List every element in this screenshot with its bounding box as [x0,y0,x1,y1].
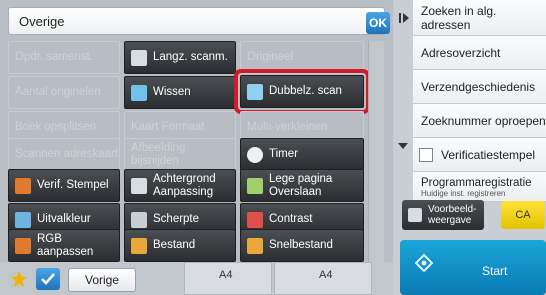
quick-file-button[interactable]: Snelbestand [240,229,364,262]
image-crop-button: Afbeelding bijsnijden [124,138,236,171]
quick-folder-icon [247,237,263,254]
paper-b-tray: A4 [274,262,372,295]
long-scan-button[interactable]: Langz. scanm. [124,41,236,74]
background-icon [131,177,147,194]
previous-button[interactable]: Vorige [68,268,136,292]
preview-button[interactable]: Voorbeeld-weergave [402,200,484,230]
blank-page-icon [247,177,263,194]
collapse-arrow-icon[interactable] [398,10,410,26]
program-register-subtitle: Huidige inst. registreren [421,189,506,198]
document-icon [131,49,147,66]
folder-icon [131,237,147,254]
address-overview-button[interactable]: Adresoverzicht [413,36,546,70]
scrollbar[interactable] [368,41,384,262]
program-register-button[interactable]: Programmaregistratie Huidige inst. regis… [413,172,546,202]
paper-size-b: A4 [319,269,333,281]
duplex-scan-button[interactable]: Dubbelz. scan [240,75,364,108]
ok-button[interactable]: OK [366,12,390,34]
chevron-down-icon[interactable] [396,140,410,152]
job-build-button: Opdr. samenst. [8,41,120,74]
clear-all-button[interactable]: CA [501,201,545,229]
program-register-title: Programmaregistratie [421,177,532,189]
contrast-icon [247,211,263,228]
star-icon[interactable] [10,270,28,288]
erase-button[interactable]: Wissen [124,76,236,109]
search-global-address-button[interactable]: Zoeken in alg. adressen [413,0,546,36]
preview-icon [408,208,422,222]
search-number-button[interactable]: Zoeknummer oproepen [413,104,546,138]
sharpness-icon [131,211,147,228]
stamp-icon [15,177,31,194]
checkbox-icon[interactable] [419,147,433,162]
background-adjust-button[interactable]: Achtergrond Aanpassing [124,169,236,202]
rgb-icon [15,237,31,254]
start-icon [414,253,434,273]
preview-label: Voorbeeld-weergave [428,204,477,226]
card-scan-button: Scannen adreskaart [8,138,120,171]
panel-title: Overige [19,14,65,29]
start-button[interactable]: Start [400,240,546,295]
duplex-scan-icon [247,83,263,100]
send-history-button[interactable]: Verzendgeschiedenis [413,70,546,104]
paper-size-a: A4 [219,269,233,281]
clock-icon [247,146,263,163]
verification-stamp-label: Verificatiestempel [441,147,536,162]
paper-a-tray: A4 [184,262,272,295]
start-label: Start [482,264,508,278]
timer-button[interactable]: Timer [240,138,364,171]
original-count-button: Aantal originelen [8,76,120,109]
checkmark-icon[interactable] [36,268,60,290]
erase-icon [131,84,147,101]
rgb-adjust-button[interactable]: RGB aanpassen [8,229,120,262]
blank-page-skip-button[interactable]: Lege pagina Overslaan [240,169,364,202]
verify-stamp-button[interactable]: Verif. Stempel [8,169,120,202]
color-dropout-icon [15,211,31,228]
panel-title-bar: Overige [8,7,385,35]
file-button[interactable]: Bestand [124,229,236,262]
verification-stamp-toggle[interactable]: Verificatiestempel [413,138,546,172]
